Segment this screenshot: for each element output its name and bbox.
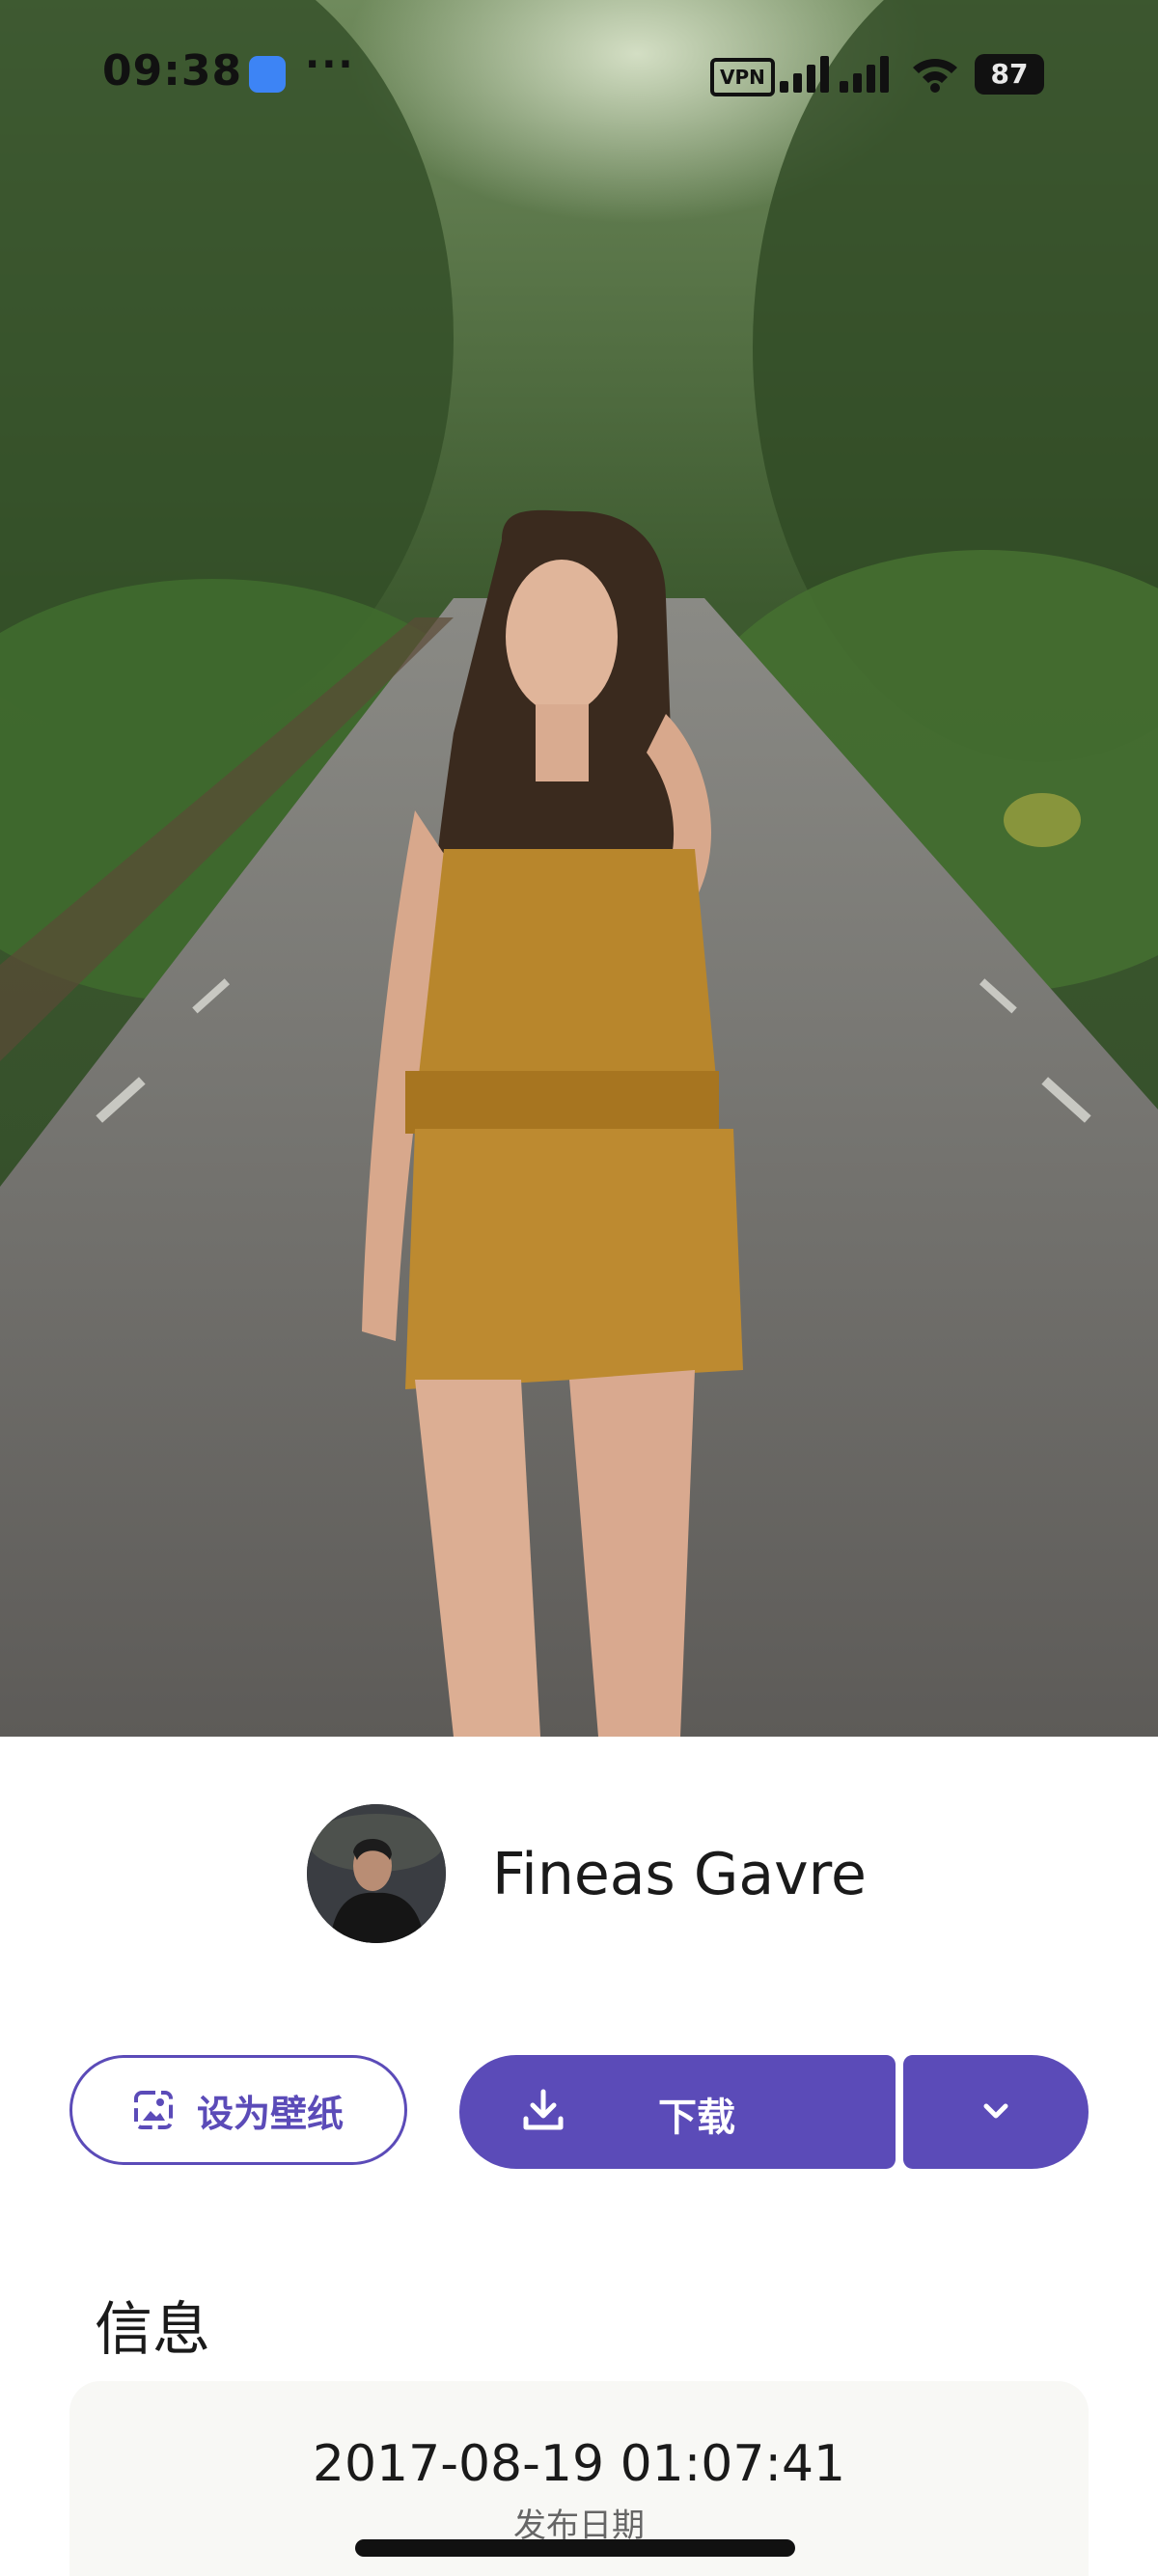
status-bar: 09:38 ··· VPN 87 — [0, 0, 1158, 145]
wifi-icon — [913, 59, 957, 93]
wallpaper-detail-screen: 09:38 ··· VPN 87 Fineas Gavre 设为壁纸 下载 信息… — [0, 0, 1158, 2576]
more-notifications-icon: ··· — [305, 42, 355, 87]
download-label: 下载 — [658, 2096, 735, 2140]
avatar-image — [307, 1804, 446, 1943]
home-indicator[interactable] — [355, 2539, 795, 2557]
author-name[interactable]: Fineas Gavre — [492, 1841, 867, 1908]
gallery-app-icon — [249, 56, 286, 93]
chevron-down-icon — [983, 2103, 1008, 2119]
wallpaper-photo[interactable] — [0, 0, 1158, 1737]
author-avatar[interactable] — [307, 1804, 446, 1943]
download-options-button[interactable] — [903, 2055, 1089, 2169]
set-wallpaper-label: 设为壁纸 — [196, 2092, 344, 2135]
battery-indicator: 87 — [975, 54, 1044, 95]
cellular-signal-icon — [780, 56, 829, 93]
download-button[interactable]: 下载 — [459, 2055, 896, 2169]
photo-illustration — [0, 0, 1158, 1737]
author-row[interactable]: Fineas Gavre — [0, 1804, 1158, 1949]
set-wallpaper-button[interactable]: 设为壁纸 — [69, 2055, 407, 2165]
published-date-value: 2017-08-19 01:07:41 — [312, 2435, 846, 2493]
info-section-title: 信息 — [95, 2296, 210, 2364]
set-wallpaper-icon — [133, 2091, 173, 2129]
cellular-signal-2-icon — [840, 56, 889, 93]
vpn-icon: VPN — [710, 58, 775, 96]
status-time: 09:38 — [102, 46, 243, 96]
